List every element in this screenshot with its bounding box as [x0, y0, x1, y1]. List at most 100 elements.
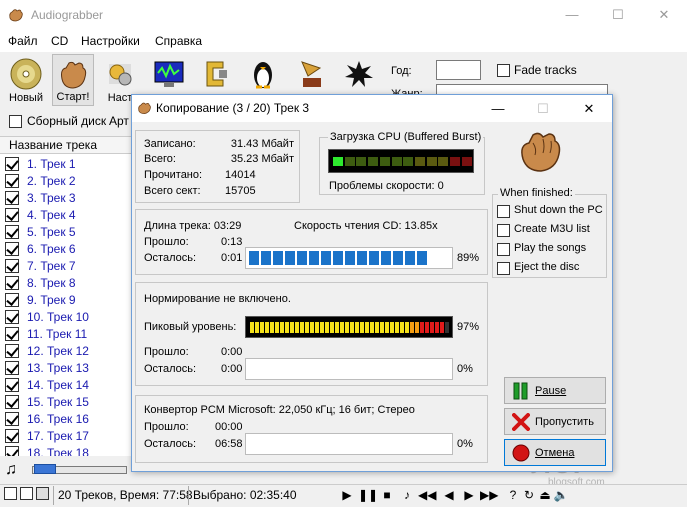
track-name[interactable]: 5. Трек 5: [27, 225, 76, 239]
track-row[interactable]: 2. Трек 2: [0, 173, 135, 190]
peak-meter-segment: [260, 322, 264, 333]
track-checkbox[interactable]: [5, 259, 19, 273]
track-checkbox[interactable]: [5, 310, 19, 324]
play-icon[interactable]: ▶: [338, 486, 356, 504]
track-checkbox[interactable]: [5, 208, 19, 222]
track-list[interactable]: Название трека 1. Трек 1 2. Трек 2 3. Трек…: [0, 136, 135, 456]
track-row[interactable]: 13. Трек 13: [0, 360, 135, 377]
cancel-button[interactable]: Отмена: [504, 439, 606, 466]
track-checkbox[interactable]: [5, 446, 19, 456]
menu-settings[interactable]: Настройки: [81, 34, 140, 48]
track-row[interactable]: 6. Трек 6: [0, 241, 135, 258]
pause-icon[interactable]: ❚❚: [358, 486, 378, 504]
shutdown-checkbox[interactable]: [497, 205, 510, 218]
track-row[interactable]: 15. Трек 15: [0, 394, 135, 411]
fast-forward-icon[interactable]: ▶▶: [480, 486, 498, 504]
track-checkbox[interactable]: [5, 276, 19, 290]
track-name[interactable]: 4. Трек 4: [27, 208, 76, 222]
track-checkbox[interactable]: [5, 395, 19, 409]
track-row[interactable]: 14. Трек 14: [0, 377, 135, 394]
track-row[interactable]: 3. Трек 3: [0, 190, 135, 207]
track-row[interactable]: 18. Трек 18: [0, 445, 135, 456]
track-checkbox[interactable]: [5, 191, 19, 205]
stop-icon[interactable]: ■: [378, 486, 396, 504]
track-name[interactable]: 16. Трек 16: [27, 412, 89, 426]
compilation-checkbox[interactable]: [9, 115, 22, 128]
rewind-icon[interactable]: ◀◀: [418, 486, 436, 504]
track-row[interactable]: 5. Трек 5: [0, 224, 135, 241]
new-button[interactable]: Новый: [5, 54, 47, 106]
new-button-label: Новый: [9, 92, 43, 104]
gramophone-icon: [301, 61, 322, 87]
play-songs-checkbox[interactable]: [497, 243, 510, 256]
back-icon[interactable]: ◀: [440, 486, 458, 504]
normalization-progress-bar: [245, 358, 453, 380]
track-row[interactable]: 10. Трек 10: [0, 309, 135, 326]
maximize-button[interactable]: ☐: [595, 0, 641, 30]
track-checkbox[interactable]: [5, 361, 19, 375]
track-checkbox[interactable]: [5, 327, 19, 341]
track-name[interactable]: 2. Трек 2: [27, 174, 76, 188]
peak-meter-segment: [385, 322, 389, 333]
track-checkbox[interactable]: [5, 242, 19, 256]
track-name[interactable]: 11. Трек 11: [27, 327, 87, 341]
track-row[interactable]: 8. Трек 8: [0, 275, 135, 292]
eject-checkbox[interactable]: [497, 262, 510, 275]
track-row[interactable]: 1. Трек 1: [0, 156, 135, 173]
track-name[interactable]: 8. Трек 8: [27, 276, 76, 290]
close-button[interactable]: ✕: [641, 0, 687, 30]
track-row[interactable]: 12. Трек 12: [0, 343, 135, 360]
track-checkbox[interactable]: [5, 344, 19, 358]
track-name[interactable]: 6. Трек 6: [27, 242, 76, 256]
year-input[interactable]: [436, 60, 481, 80]
track-name[interactable]: 10. Трек 10: [27, 310, 89, 324]
check-invert-icon[interactable]: [36, 487, 49, 500]
skip-button[interactable]: Пропустить: [504, 408, 606, 435]
start-button[interactable]: Старт!: [52, 54, 94, 106]
track-checkbox[interactable]: [5, 429, 19, 443]
menu-file[interactable]: Файл: [8, 34, 38, 48]
track-checkbox[interactable]: [5, 293, 19, 307]
track-name[interactable]: 7. Трек 7: [27, 259, 76, 273]
pause-button-label: Pause: [535, 385, 567, 397]
track-row[interactable]: 11. Трек 11: [0, 326, 135, 343]
track-name[interactable]: 1. Трек 1: [27, 157, 76, 171]
dialog-close-button[interactable]: ✕: [567, 95, 611, 122]
track-name[interactable]: 9. Трек 9: [27, 293, 76, 307]
speaker-icon[interactable]: 🔈: [552, 486, 570, 504]
volume-slider-thumb[interactable]: [34, 464, 56, 474]
track-name[interactable]: 14. Трек 14: [27, 378, 89, 392]
forward-icon[interactable]: ▶: [460, 486, 478, 504]
track-checkbox[interactable]: [5, 174, 19, 188]
track-checkbox[interactable]: [5, 412, 19, 426]
menu-cd[interactable]: CD: [51, 34, 68, 48]
track-name-header[interactable]: Название трека: [0, 137, 135, 154]
track-checkbox[interactable]: [5, 378, 19, 392]
track-name[interactable]: 3. Трек 3: [27, 191, 76, 205]
peak-meter-segment: [405, 322, 409, 333]
check-none-icon[interactable]: [20, 487, 33, 500]
track-checkbox[interactable]: [5, 157, 19, 171]
track-row[interactable]: 9. Трек 9: [0, 292, 135, 309]
track-name[interactable]: 13. Трек 13: [27, 361, 89, 375]
track-name[interactable]: 17. Трек 17: [27, 429, 89, 443]
track-checkbox[interactable]: [5, 225, 19, 239]
track-row[interactable]: 17. Трек 17: [0, 428, 135, 445]
menu-help[interactable]: Справка: [155, 34, 202, 48]
track-name[interactable]: 18. Трек 18: [27, 446, 89, 456]
copy-dialog: Копирование (3 / 20) Трек 3 — ☐ ✕ Записа…: [131, 94, 613, 472]
minimize-button[interactable]: —: [549, 0, 595, 30]
fade-tracks-checkbox[interactable]: [497, 64, 510, 77]
track-name[interactable]: 12. Трек 12: [27, 344, 89, 358]
peak-meter-segment: [315, 322, 319, 333]
clamp-icon: [206, 61, 227, 87]
dialog-minimize-button[interactable]: —: [476, 95, 520, 122]
track-row[interactable]: 16. Трек 16: [0, 411, 135, 428]
track-name[interactable]: 15. Трек 15: [27, 395, 89, 409]
track-row[interactable]: 4. Трек 4: [0, 207, 135, 224]
track-row[interactable]: 7. Трек 7: [0, 258, 135, 275]
check-all-icon[interactable]: [4, 487, 17, 500]
guitar-icon[interactable]: ♪: [398, 486, 416, 504]
pause-button[interactable]: Pause: [504, 377, 606, 404]
m3u-checkbox[interactable]: [497, 224, 510, 237]
